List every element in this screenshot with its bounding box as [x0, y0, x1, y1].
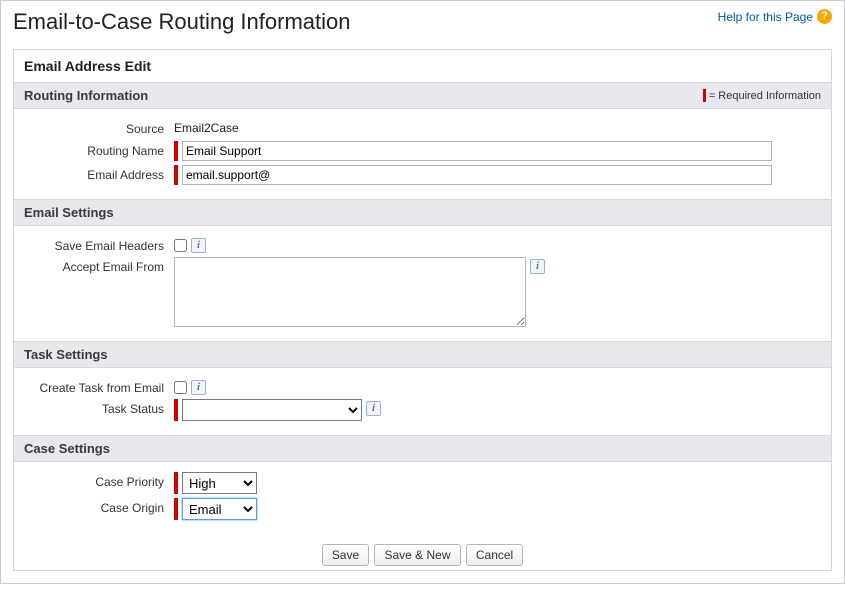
section-header-case-settings: Case Settings	[14, 435, 831, 462]
row-routing-name: Routing Name	[24, 141, 821, 161]
required-info-note: = Required Information	[703, 89, 821, 102]
case-origin-select[interactable]: Email	[182, 498, 257, 520]
help-for-this-page-link[interactable]: Help for this Page ?	[718, 9, 832, 24]
info-icon[interactable]: i	[530, 259, 545, 274]
edit-panel: Email Address Edit Routing Information =…	[13, 49, 832, 571]
label-case-priority: Case Priority	[24, 472, 174, 489]
label-email-address: Email Address	[24, 165, 174, 182]
section-body-task-settings: Create Task from Email i Task Status i	[14, 368, 831, 435]
label-routing-name: Routing Name	[24, 141, 174, 158]
row-email-address: Email Address	[24, 165, 821, 185]
section-header-email-settings: Email Settings	[14, 199, 831, 226]
required-marker-icon	[174, 165, 178, 185]
section-body-case-settings: Case Priority High Case Origin Email	[14, 462, 831, 534]
routing-name-input[interactable]	[182, 141, 772, 161]
required-marker-icon	[174, 399, 178, 421]
accept-email-from-textarea[interactable]	[174, 257, 526, 327]
page-container: Email-to-Case Routing Information Help f…	[0, 0, 845, 584]
save-email-headers-checkbox[interactable]	[174, 239, 187, 252]
task-status-select[interactable]	[182, 399, 362, 421]
label-accept-email-from: Accept Email From	[24, 257, 174, 274]
section-header-task-settings: Task Settings	[14, 341, 831, 368]
label-create-task: Create Task from Email	[24, 378, 174, 395]
section-header-routing: Routing Information = Required Informati…	[14, 82, 831, 109]
section-header-case-settings-label: Case Settings	[24, 441, 110, 456]
button-bar: Save Save & New Cancel	[14, 534, 831, 570]
label-case-origin: Case Origin	[24, 498, 174, 515]
create-task-from-email-checkbox[interactable]	[174, 381, 187, 394]
page-header: Email-to-Case Routing Information Help f…	[13, 9, 832, 43]
row-create-task: Create Task from Email i	[24, 378, 821, 395]
required-marker-icon	[174, 472, 178, 494]
info-icon[interactable]: i	[191, 380, 206, 395]
save-button[interactable]: Save	[322, 544, 369, 566]
row-source: Source Email2Case	[24, 119, 821, 137]
required-marker-icon	[174, 498, 178, 520]
row-save-headers: Save Email Headers i	[24, 236, 821, 253]
cancel-button[interactable]: Cancel	[466, 544, 523, 566]
row-task-status: Task Status i	[24, 399, 821, 421]
section-header-email-settings-label: Email Settings	[24, 205, 114, 220]
section-body-routing: Source Email2Case Routing Name Email Add…	[14, 109, 831, 199]
row-accept-email-from: Accept Email From i	[24, 257, 821, 327]
label-save-headers: Save Email Headers	[24, 236, 174, 253]
case-priority-select[interactable]: High	[182, 472, 257, 494]
label-task-status: Task Status	[24, 399, 174, 416]
info-icon[interactable]: i	[191, 238, 206, 253]
required-marker-icon	[174, 141, 178, 161]
row-case-origin: Case Origin Email	[24, 498, 821, 520]
section-body-email-settings: Save Email Headers i Accept Email From i	[14, 226, 831, 341]
required-info-text: = Required Information	[709, 90, 821, 102]
source-value: Email2Case	[174, 119, 239, 137]
help-link-label: Help for this Page	[718, 10, 813, 24]
section-header-task-settings-label: Task Settings	[24, 347, 108, 362]
section-header-routing-label: Routing Information	[24, 88, 148, 103]
save-and-new-button[interactable]: Save & New	[374, 544, 460, 566]
help-icon: ?	[817, 9, 832, 24]
row-case-priority: Case Priority High	[24, 472, 821, 494]
page-title: Email-to-Case Routing Information	[13, 9, 350, 35]
required-bar-icon	[703, 89, 706, 102]
email-address-input[interactable]	[182, 165, 772, 185]
label-source: Source	[24, 119, 174, 136]
info-icon[interactable]: i	[366, 401, 381, 416]
panel-title: Email Address Edit	[14, 50, 831, 82]
